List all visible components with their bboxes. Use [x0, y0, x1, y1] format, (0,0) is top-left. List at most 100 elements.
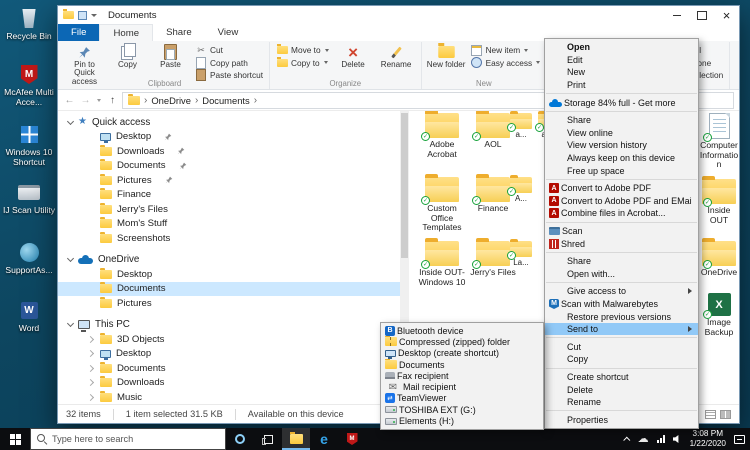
context-menu-item-give-access-to[interactable]: Give access to [545, 285, 698, 298]
cortana-button[interactable] [226, 428, 254, 450]
send-to-item-teamviewer[interactable]: ⇄TeamViewer [381, 393, 543, 404]
file-inside-out[interactable]: Inside OUT [698, 179, 739, 225]
file-adobe-acrobat[interactable]: Adobe Acrobat [416, 113, 468, 159]
task-view-button[interactable] [254, 428, 282, 450]
send-to-item-elements-h[interactable]: Elements (H:) [381, 415, 543, 426]
chevron-right-icon[interactable] [87, 365, 94, 372]
desktop-icon-ij-scan-utility[interactable]: IJ Scan Utility [2, 180, 56, 216]
delete-button[interactable]: Delete [332, 43, 375, 69]
copy-button[interactable]: Copy [106, 43, 149, 69]
desktop-icon-recycle-bin[interactable]: Recycle Bin [2, 6, 56, 42]
context-menu-item-free-up-space[interactable]: Free up space [545, 164, 698, 177]
nav-item-finance[interactable]: Finance [58, 188, 400, 203]
send-to-item-fax-recipient[interactable]: Fax recipient [381, 370, 543, 381]
taskbar-search-box[interactable]: Type here to search [30, 428, 226, 450]
new-folder-button[interactable]: New folder [425, 43, 468, 69]
chevron-down-icon[interactable] [67, 118, 74, 125]
context-menu-item-create-shortcut[interactable]: Create shortcut [545, 371, 698, 384]
nav-item-pictures[interactable]: Pictures [58, 173, 400, 188]
file-la[interactable]: La... [506, 241, 536, 268]
context-menu-item-send-to[interactable]: Send to [545, 323, 698, 336]
send-to-item-mail-recipient[interactable]: Mail recipient [381, 381, 543, 392]
file-inside-out-windows-10[interactable]: Inside OUT-Windows 10 [416, 241, 468, 287]
file-a[interactable]: a... [506, 113, 536, 140]
chevron-down-icon[interactable] [67, 320, 74, 327]
chevron-right-icon[interactable] [87, 336, 94, 343]
tray-chevron-up-icon[interactable] [623, 436, 630, 443]
quick-access-toolbar-icon[interactable] [78, 11, 87, 20]
breadcrumb-documents[interactable]: Documents [202, 95, 249, 106]
context-menu-item-share[interactable]: Share [545, 255, 698, 268]
context-menu-item-cut[interactable]: Cut [545, 340, 698, 353]
nav-item-3d-objects[interactable]: 3D Objects [58, 332, 400, 347]
send-to-item-documents[interactable]: Documents [381, 359, 543, 370]
forward-button[interactable] [79, 95, 92, 106]
context-menu-item-delete[interactable]: Delete [545, 383, 698, 396]
recent-locations-button[interactable] [95, 99, 103, 102]
nav-item-mom-s-stuff[interactable]: Mom's Stuff [58, 217, 400, 232]
cut-button[interactable]: Cut [192, 44, 266, 57]
context-menu-item-combine-files-in-acrobat[interactable]: ACombine files in Acrobat... [545, 207, 698, 220]
customize-quick-access-icon[interactable] [91, 14, 97, 17]
nav-item-downloads[interactable]: Downloads [58, 376, 400, 391]
large-icons-view-button[interactable] [720, 410, 731, 419]
context-menu-item-rename[interactable]: Rename [545, 396, 698, 409]
file-a[interactable]: A... [506, 177, 536, 204]
nav-item-desktop[interactable]: Desktop [58, 267, 400, 282]
context-menu-item-new[interactable]: New [545, 66, 698, 79]
chevron-right-icon[interactable] [87, 350, 94, 357]
context-menu-item-open[interactable]: Open [545, 41, 698, 54]
volume-icon[interactable] [673, 435, 682, 444]
send-to-item-toshiba-ext-g[interactable]: TOSHIBA EXT (G:) [381, 404, 543, 415]
start-button[interactable] [0, 428, 30, 450]
nav-item-desktop[interactable]: Desktop [58, 347, 400, 362]
desktop-icon-mcafee-multi-acce[interactable]: McAfee Multi Acce... [2, 62, 56, 107]
nav-section-this-pc[interactable]: This PC [58, 318, 400, 333]
send-to-item-compressed-zipped-folder[interactable]: Compressed (zipped) folder [381, 336, 543, 347]
chevron-right-icon[interactable] [87, 379, 94, 386]
send-to-item-bluetooth-device[interactable]: BBluetooth device [381, 325, 543, 336]
context-menu-item-storage-84-full-get-more[interactable]: Storage 84% full - Get more [545, 96, 698, 109]
context-menu-item-copy[interactable]: Copy [545, 353, 698, 366]
context-menu-item-convert-to-adobe-pdf[interactable]: AConvert to Adobe PDF [545, 182, 698, 195]
context-menu-item-scan[interactable]: Scan [545, 225, 698, 238]
file-custom-office-templates[interactable]: Custom Office Templates [416, 177, 468, 233]
move-to-button[interactable]: Move to [273, 44, 332, 57]
context-menu-item-convert-to-adobe-pdf-and-email[interactable]: AConvert to Adobe PDF and EMail [545, 195, 698, 208]
nav-item-jerry-s-files[interactable]: Jerry's Files [58, 202, 400, 217]
clock[interactable]: 3:08 PM 1/22/2020 [690, 429, 726, 448]
nav-section-quick-access[interactable]: Quick access [58, 115, 400, 130]
nav-item-documents[interactable]: Documents [58, 361, 400, 376]
context-menu-item-edit[interactable]: Edit [545, 54, 698, 67]
context-menu-item-restore-previous-versions[interactable]: Restore previous versions [545, 310, 698, 323]
action-center-icon[interactable] [734, 435, 745, 444]
minimize-button[interactable] [664, 6, 689, 24]
nav-item-music[interactable]: Music [58, 390, 400, 404]
context-menu-item-view-online[interactable]: View online [545, 127, 698, 140]
desktop-icon-supportas[interactable]: SupportAs... [2, 240, 56, 276]
maximize-button[interactable] [689, 6, 714, 24]
tab-file[interactable]: File [58, 24, 99, 41]
context-menu-item-view-version-history[interactable]: View version history [545, 139, 698, 152]
mcafee-taskbar-button[interactable] [338, 428, 366, 450]
close-button[interactable] [714, 6, 739, 24]
context-menu-item-scan-with-malwarebytes[interactable]: MScan with Malwarebytes [545, 298, 698, 311]
edge-taskbar-button[interactable] [310, 428, 338, 450]
file-image-backup[interactable]: XImage Backup [698, 293, 739, 337]
nav-item-screenshots[interactable]: Screenshots [58, 231, 400, 246]
nav-item-documents[interactable]: Documents [58, 159, 400, 174]
easy-access-button[interactable]: Easy access [468, 57, 544, 70]
new-item-button[interactable]: New item [468, 44, 544, 57]
file-onedrive[interactable]: OneDrive [698, 241, 739, 278]
context-menu-item-print[interactable]: Print [545, 79, 698, 92]
nav-scrollbar-thumb[interactable] [401, 113, 408, 258]
paste-button[interactable]: Paste [149, 43, 192, 69]
nav-item-pictures[interactable]: Pictures [58, 296, 400, 311]
details-view-button[interactable] [705, 410, 716, 419]
desktop-icon-word[interactable]: Word [2, 298, 56, 334]
context-menu-item-properties[interactable]: Properties [545, 413, 698, 426]
chevron-right-icon[interactable] [87, 394, 94, 401]
nav-item-documents[interactable]: Documents [58, 282, 400, 297]
network-icon[interactable] [657, 435, 665, 443]
chevron-down-icon[interactable] [67, 255, 74, 262]
